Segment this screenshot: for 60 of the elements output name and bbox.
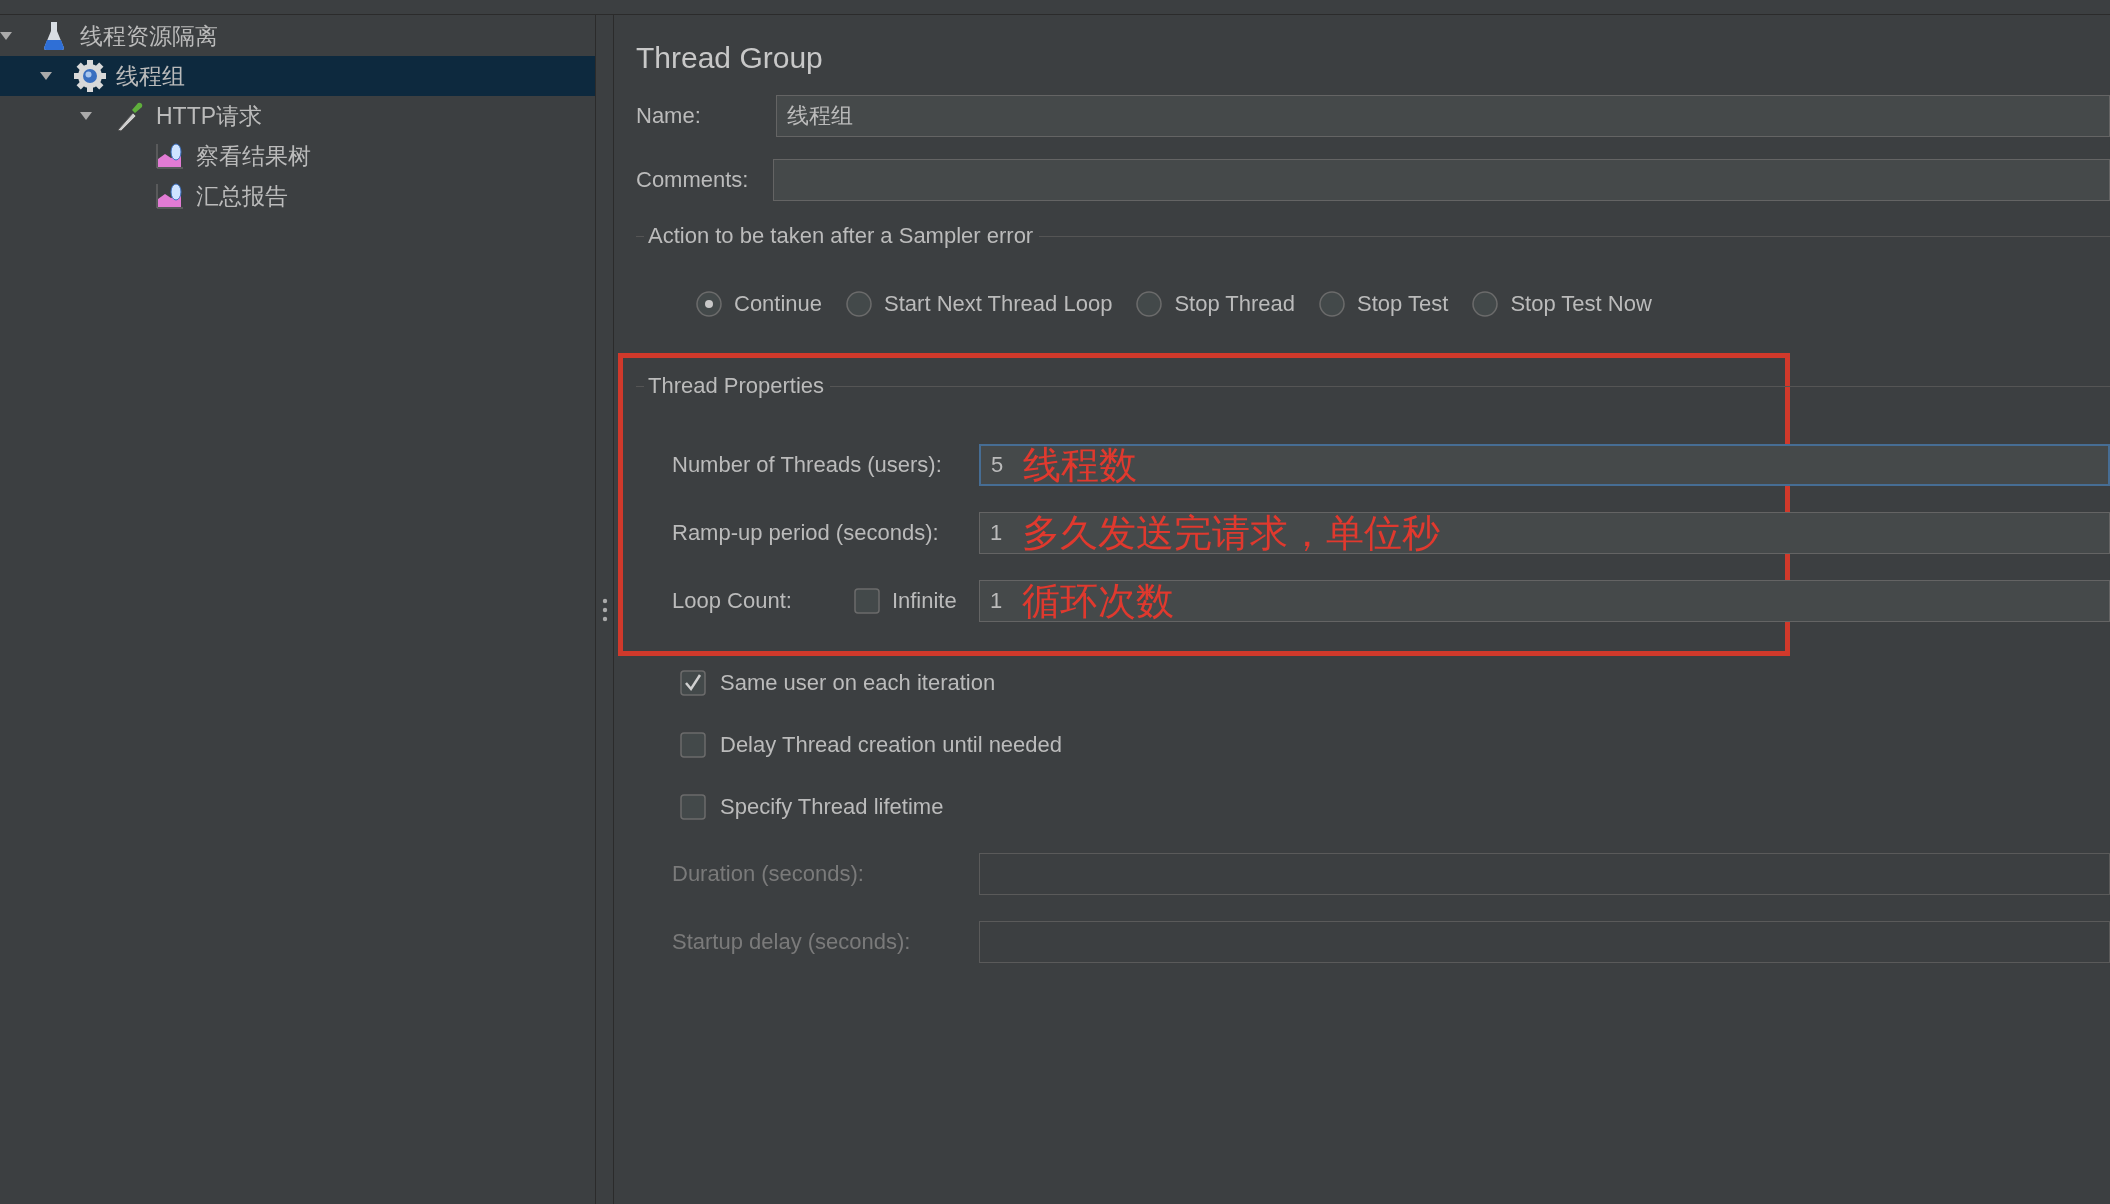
annotation-text: 循环次数 — [1022, 578, 1175, 624]
option-checkbox[interactable]: Same user on each iteration — [680, 665, 996, 701]
field-value: 1 — [990, 520, 1003, 546]
annotation-text: 线程数 — [1023, 442, 1138, 488]
input-field[interactable]: 1 多久发送完请求，单位秒 — [979, 512, 2110, 554]
field-label: Ramp-up period (seconds): — [672, 520, 939, 546]
checkbox[interactable] — [853, 588, 880, 614]
tree-row[interactable]: HTTP请求 — [0, 96, 595, 136]
expand-arrow-icon[interactable] — [40, 71, 52, 81]
gear-icon — [73, 59, 107, 93]
radio-option[interactable]: Stop Test Now — [1472, 291, 1652, 317]
radio-option[interactable]: Stop Thread — [1136, 291, 1296, 317]
field-label: Name: — [636, 103, 702, 129]
checkbox[interactable] — [680, 732, 706, 758]
field-value: 1 — [990, 588, 1003, 614]
tree-row[interactable]: 汇总报告 — [0, 176, 595, 216]
annotation-text: 多久发送完请求，单位秒 — [1022, 510, 1441, 556]
radio-button[interactable] — [696, 291, 722, 317]
field-label: Duration (seconds): — [672, 861, 865, 887]
panel-title: Thread Group — [636, 41, 824, 75]
tree-item-label: 线程资源隔离 — [80, 21, 218, 51]
radio-button[interactable] — [1472, 291, 1499, 317]
input-field[interactable]: 5 线程数 — [979, 444, 2110, 486]
radio-button[interactable] — [1319, 291, 1346, 317]
tree-item-label: 察看结果树 — [196, 141, 311, 171]
radio-button[interactable] — [846, 291, 873, 317]
radio-option[interactable]: Continue — [696, 291, 823, 317]
chart-icon — [156, 143, 184, 169]
radio-button[interactable] — [1136, 291, 1163, 317]
field-label: Loop Count: — [672, 588, 792, 614]
input-field[interactable]: 1 循环次数 — [979, 580, 2110, 622]
radio-option[interactable]: Start Next Thread Loop — [846, 291, 1113, 317]
radio-option[interactable]: Stop Test — [1319, 291, 1449, 317]
checkbox[interactable] — [680, 794, 706, 820]
option-checkbox[interactable]: Specify Thread lifetime — [680, 789, 944, 825]
section-legend: Action to be taken after a Sampler error — [648, 223, 1034, 249]
field-label: Startup delay (seconds): — [672, 929, 912, 955]
tree-row[interactable]: 线程组 — [0, 56, 595, 96]
checkbox[interactable] — [680, 670, 706, 696]
field-value: 5 — [991, 452, 1004, 478]
input-field[interactable]: 线程组 — [776, 95, 2110, 137]
field-label: Comments: — [636, 167, 750, 193]
splitter-handle[interactable] — [601, 597, 608, 622]
infinite-checkbox[interactable]: Infinite — [853, 588, 957, 614]
tree-item-label: HTTP请求 — [156, 101, 263, 131]
input-field[interactable] — [773, 159, 2110, 201]
section-legend: Thread Properties — [648, 373, 825, 399]
tree-item-label: 汇总报告 — [196, 181, 288, 211]
field-label: Number of Threads (users): — [672, 452, 942, 478]
input-field[interactable] — [979, 921, 2110, 963]
tree-item-label: 线程组 — [116, 61, 185, 91]
pipette-icon — [115, 100, 145, 132]
expand-arrow-icon[interactable] — [80, 111, 92, 121]
chart-icon — [156, 183, 184, 209]
expand-arrow-icon[interactable] — [0, 31, 12, 41]
option-checkbox[interactable]: Delay Thread creation until needed — [680, 727, 1063, 763]
input-field[interactable] — [979, 853, 2110, 895]
tree-row[interactable]: 察看结果树 — [0, 136, 595, 176]
flask-icon — [43, 21, 65, 51]
tree-row[interactable]: 线程资源隔离 — [0, 16, 595, 56]
